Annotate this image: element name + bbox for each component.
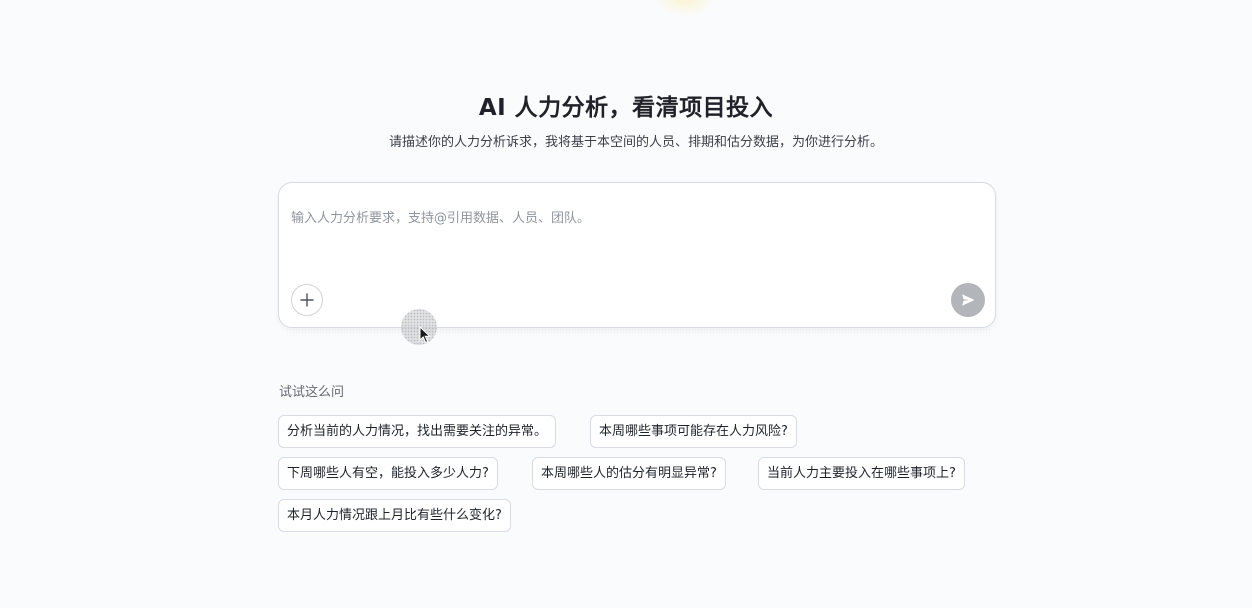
suggestion-chip[interactable]: 本周哪些人的估分有明显异常? <box>532 457 726 490</box>
prompt-composer <box>278 182 996 328</box>
page-subtitle: 请描述你的人力分析诉求，我将基于本空间的人员、排期和估分数据，为你进行分析。 <box>388 135 883 150</box>
suggestions-label: 试试这么问 <box>279 385 345 400</box>
send-button[interactable] <box>951 283 985 317</box>
send-icon <box>962 294 975 306</box>
composer-shadow <box>286 328 990 340</box>
add-attachment-button[interactable] <box>291 284 323 316</box>
plus-icon <box>300 293 314 307</box>
mouse-cursor-icon <box>419 326 431 344</box>
suggestion-chip[interactable]: 本周哪些事项可能存在人力风险? <box>590 415 797 448</box>
suggestion-chip[interactable]: 分析当前的人力情况，找出需要关注的异常。 <box>278 415 557 448</box>
suggestion-chip[interactable]: 下周哪些人有空，能投入多少人力? <box>278 457 498 490</box>
suggestion-chip[interactable]: 当前人力主要投入在哪些事项上? <box>758 457 965 490</box>
page-title: AI 人力分析，看清项目投入 <box>478 95 774 121</box>
suggestion-chip[interactable]: 本月人力情况跟上月比有些什么变化? <box>278 499 511 532</box>
prompt-input[interactable] <box>291 207 981 267</box>
decorative-glow <box>655 0 715 16</box>
